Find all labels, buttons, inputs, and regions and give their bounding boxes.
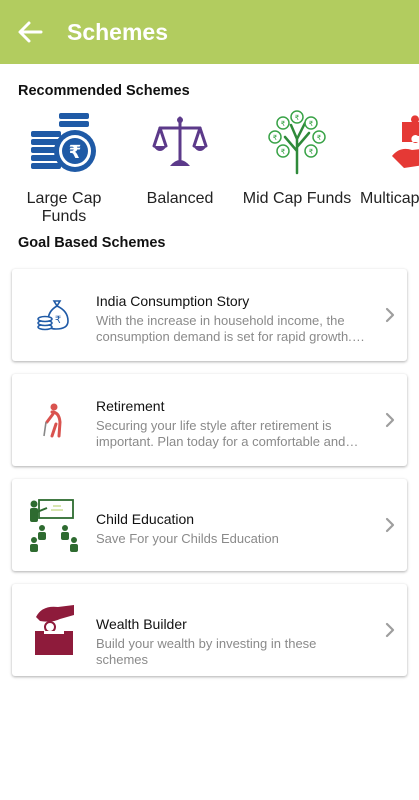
- svg-text:₹: ₹: [281, 148, 286, 156]
- classroom-icon: [30, 499, 78, 552]
- app-bar: Schemes: [0, 0, 419, 64]
- chevron-right-icon: [385, 307, 395, 323]
- goal-card-retirement[interactable]: Retirement Securing your life style afte…: [12, 374, 407, 466]
- scheme-balanced[interactable]: Balanced: [124, 104, 236, 208]
- svg-text:₹: ₹: [281, 120, 286, 128]
- goal-title: Child Education: [96, 511, 195, 527]
- goal-card-wealth-builder[interactable]: Wealth Builder Build your wealth by inve…: [12, 584, 407, 676]
- chevron-right-icon: [385, 412, 395, 428]
- page-title: Schemes: [67, 18, 169, 45]
- coin-stack-rupee-icon: ₹: [31, 113, 96, 172]
- scheme-label: Balanced: [146, 190, 214, 207]
- scheme-multicap[interactable]: Multicap: [360, 104, 419, 208]
- goal-title: India Consumption Story: [96, 293, 250, 309]
- svg-text:₹: ₹: [295, 114, 300, 122]
- goal-description: Save For your Childs Education: [96, 531, 279, 546]
- scheme-large-cap-funds[interactable]: ₹ Large Cap Funds: [8, 104, 120, 226]
- scheme-label: Mid Cap Funds: [242, 190, 352, 207]
- svg-text:₹: ₹: [317, 134, 322, 142]
- svg-text:₹: ₹: [309, 120, 314, 128]
- arrow-left-icon: [18, 21, 43, 43]
- money-bag-coins-icon: ₹: [37, 300, 69, 331]
- chevron-right-icon: [385, 517, 395, 533]
- goal-card-india-consumption-story[interactable]: ₹ India Consumption Story With the incre…: [12, 269, 407, 361]
- money-tree-icon: ₹₹ ₹ ₹ ₹₹ ₹: [268, 110, 326, 175]
- goal-description: With the increase in household income, t…: [96, 313, 352, 344]
- hand-coin-box-icon: [35, 605, 74, 655]
- balance-scale-icon: [152, 116, 208, 166]
- svg-text:₹: ₹: [273, 134, 278, 142]
- goal-card-child-education[interactable]: Child Education Save For your Childs Edu…: [12, 479, 407, 571]
- scheme-label: Large Cap Funds: [26, 190, 102, 225]
- chevron-right-icon: [385, 622, 395, 638]
- goal-title: Retirement: [96, 398, 165, 414]
- elderly-person-icon: [43, 403, 62, 438]
- scheme-label: Multicap: [360, 190, 419, 207]
- recommended-schemes-heading: Recommended Schemes: [18, 83, 190, 99]
- recommended-schemes-carousel[interactable]: ₹ Large Cap Funds Balanced ₹ ₹ ₹ ₹ ₹ ₹ ₹…: [0, 104, 419, 226]
- svg-text:₹: ₹: [309, 148, 314, 156]
- goal-title: Wealth Builder: [96, 616, 187, 632]
- goal-description: Securing your life style after retiremen…: [96, 418, 346, 449]
- puzzle-hand-icon: [392, 115, 419, 168]
- svg-text:₹: ₹: [55, 315, 61, 326]
- back-button[interactable]: [0, 0, 60, 64]
- goal-based-schemes-heading: Goal Based Schemes: [18, 235, 166, 251]
- svg-text:₹: ₹: [69, 142, 82, 163]
- goal-description: Build your wealth by investing in these …: [96, 636, 317, 667]
- scheme-mid-cap-funds[interactable]: ₹ ₹ ₹ ₹ ₹ ₹ ₹ Mid Cap Funds: [241, 104, 353, 208]
